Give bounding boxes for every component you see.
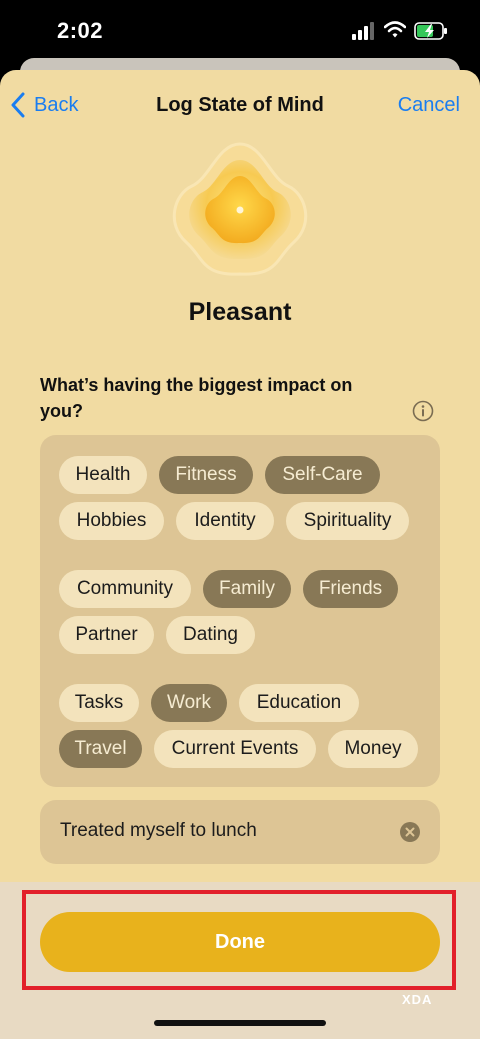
cellular-signal-icon bbox=[352, 22, 374, 40]
tag-chip-hobbies[interactable]: Hobbies bbox=[59, 502, 164, 540]
tag-chip-education[interactable]: Education bbox=[239, 684, 359, 722]
cancel-button[interactable]: Cancel bbox=[398, 94, 460, 117]
battery-charging-icon bbox=[414, 22, 447, 40]
watermark-logo: XDA bbox=[402, 992, 433, 1007]
tag-chip-fitness[interactable]: Fitness bbox=[159, 456, 253, 494]
pleasant-mood-flower-icon bbox=[172, 142, 308, 276]
tag-chip-identity[interactable]: Identity bbox=[176, 502, 274, 540]
navigation-bar: Back Log State of Mind Cancel bbox=[0, 70, 480, 140]
tag-chip-travel[interactable]: Travel bbox=[59, 730, 142, 768]
home-indicator bbox=[154, 1020, 326, 1026]
tag-chip-partner[interactable]: Partner bbox=[59, 616, 154, 654]
clear-text-icon[interactable] bbox=[400, 822, 420, 842]
tag-chip-current-events[interactable]: Current Events bbox=[154, 730, 316, 768]
tag-chip-friends[interactable]: Friends bbox=[303, 570, 398, 608]
tag-chip-family[interactable]: Family bbox=[203, 570, 291, 608]
log-state-of-mind-sheet: Back Log State of Mind Cancel Pleasant W… bbox=[0, 70, 480, 1039]
tag-chip-tasks[interactable]: Tasks bbox=[59, 684, 139, 722]
note-field[interactable]: Treated myself to lunch bbox=[40, 800, 440, 864]
note-text: Treated myself to lunch bbox=[60, 820, 257, 841]
tag-chip-money[interactable]: Money bbox=[328, 730, 418, 768]
done-button[interactable]: Done bbox=[40, 912, 440, 972]
tag-chip-community[interactable]: Community bbox=[59, 570, 191, 608]
wifi-icon bbox=[384, 21, 406, 38]
mood-label: Pleasant bbox=[188, 298, 292, 326]
impact-tags-panel: Health Fitness Self-Care Hobbies Identit… bbox=[40, 435, 440, 787]
impact-question: What’s having the biggest impact on you? bbox=[40, 375, 353, 421]
tag-chip-health[interactable]: Health bbox=[59, 456, 147, 494]
bottom-action-bar: Done XDA bbox=[0, 882, 480, 1039]
tag-chip-self-care[interactable]: Self-Care bbox=[265, 456, 380, 494]
tag-chip-spirituality[interactable]: Spirituality bbox=[286, 502, 409, 540]
status-time: 2:02 bbox=[57, 18, 104, 43]
tag-chip-dating[interactable]: Dating bbox=[166, 616, 255, 654]
info-icon[interactable] bbox=[412, 400, 434, 422]
tag-chip-work[interactable]: Work bbox=[151, 684, 227, 722]
status-bar: 2:02 bbox=[0, 0, 480, 62]
